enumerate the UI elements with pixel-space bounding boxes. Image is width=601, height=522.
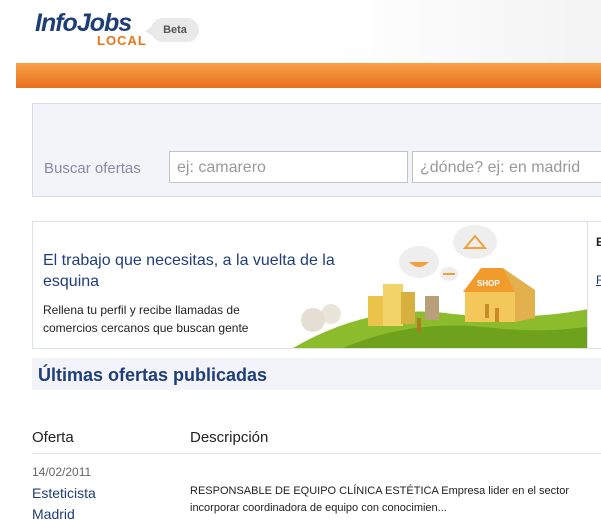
- offer-description-line2: incorporar coordinadora de equipo con co…: [190, 502, 447, 514]
- location-search-input[interactable]: ¿dónde? ej: en madrid: [412, 151, 601, 183]
- site-header: InfoJobs LOCAL Beta: [16, 0, 601, 63]
- offer-description: RESPONSABLE DE EQUIPO CLÍNICA ESTÉTICA E…: [190, 483, 601, 517]
- promo-text: Rellena tu perfil y recibe llamadas de c…: [43, 303, 249, 335]
- search-label: Buscar ofertas: [44, 160, 141, 177]
- offer-location-link[interactable]: Madrid: [32, 506, 75, 522]
- side-link-partial[interactable]: R: [596, 273, 601, 287]
- offer-title-link[interactable]: Esteticista: [32, 485, 96, 501]
- search-panel: Buscar ofertas ej: camarero ¿dónde? ej: …: [32, 103, 601, 197]
- shop-sign: SHOP: [477, 279, 500, 288]
- side-heading-partial: E: [596, 235, 601, 249]
- offer-description-line1: RESPONSABLE DE EQUIPO CLÍNICA ESTÉTICA E…: [190, 485, 570, 497]
- beta-badge: Beta: [145, 18, 199, 42]
- table-divider: [32, 453, 601, 454]
- latest-offers-title: Últimas ofertas publicadas: [38, 365, 268, 385]
- logo-sub-text: LOCAL: [97, 33, 147, 48]
- town-illustration: SHOP: [293, 225, 601, 348]
- page: InfoJobs LOCAL Beta Buscar ofertas ej: c…: [16, 0, 601, 522]
- offer-date: 14/02/2011: [32, 465, 92, 479]
- infojobs-local-logo[interactable]: InfoJobs LOCAL: [35, 9, 146, 48]
- promo-banner[interactable]: El trabajo que necesitas, a la vuelta de…: [32, 221, 601, 349]
- column-header-description: Descripción: [190, 429, 269, 446]
- column-header-offer: Oferta: [32, 429, 74, 446]
- orange-nav-bar: [16, 63, 601, 88]
- latest-offers-header: Últimas ofertas publicadas: [32, 358, 601, 390]
- job-search-input[interactable]: ej: camarero: [169, 151, 408, 183]
